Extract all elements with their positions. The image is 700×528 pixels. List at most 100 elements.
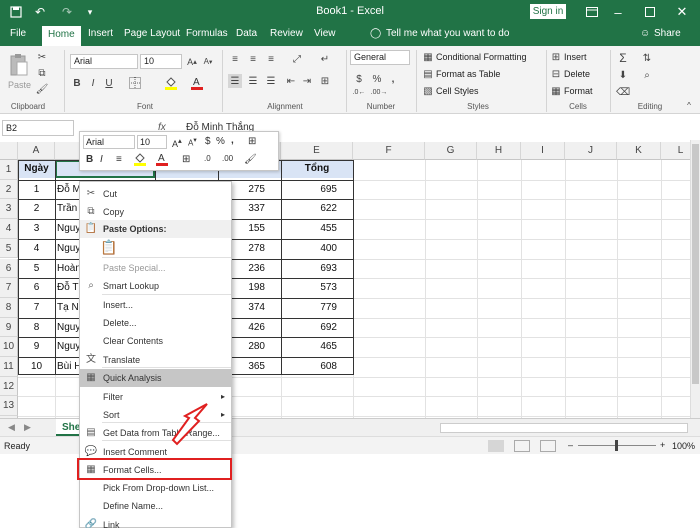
increase-indent-icon[interactable]: ⇥ (300, 74, 314, 88)
mini-font-color-icon[interactable]: A (156, 152, 168, 169)
maximize-icon[interactable] (638, 2, 662, 22)
cell-ngay[interactable]: 10 (18, 357, 55, 377)
increase-decimal-icon[interactable]: .0← (352, 86, 366, 98)
row-header[interactable]: 1 (0, 160, 18, 180)
row-header[interactable]: 5 (0, 238, 18, 259)
zoom-out-icon[interactable]: – (568, 440, 573, 450)
column-header-k[interactable]: K (617, 142, 661, 160)
ribbon-display-icon[interactable] (580, 2, 604, 22)
align-bottom-icon[interactable]: ≡ (264, 52, 278, 66)
row-header[interactable]: 4 (0, 219, 18, 239)
mini-size-box[interactable]: 10 (137, 135, 167, 149)
zoom-in-icon[interactable]: + (660, 440, 665, 450)
column-header-i[interactable]: I (521, 142, 565, 160)
merge-center-icon[interactable]: ⊞ (318, 74, 332, 88)
autosum-icon[interactable]: Σ (616, 51, 630, 65)
header-ngay[interactable]: Ngày (18, 160, 55, 178)
increase-font-icon[interactable]: A ▴ (186, 54, 198, 69)
cell-tong[interactable]: 455 (281, 219, 353, 239)
sign-in-button[interactable]: Sign in (530, 4, 566, 19)
column-header-h[interactable]: H (477, 142, 521, 160)
mini-percent-button[interactable]: % (216, 136, 225, 147)
redo-icon[interactable]: ↷ (58, 3, 76, 21)
scroll-thumb[interactable] (692, 144, 699, 384)
cell-ngay[interactable]: 3 (18, 219, 55, 239)
header-tong[interactable]: Tổng (281, 160, 353, 178)
cell-ngay[interactable]: 6 (18, 278, 55, 298)
tab-review[interactable]: Review (270, 28, 303, 39)
collapse-ribbon-icon[interactable]: ^ (684, 100, 694, 110)
conditional-formatting-button[interactable]: Conditional Formatting (436, 52, 527, 62)
fill-color-icon[interactable] (164, 76, 178, 90)
mini-font-box[interactable]: Arial (83, 135, 135, 149)
column-header-e[interactable]: E (281, 142, 353, 160)
delete-cells-button[interactable]: Delete (564, 69, 590, 79)
decrease-decimal-icon[interactable]: .00→ (371, 86, 388, 98)
column-header-a[interactable]: A (18, 142, 55, 160)
mini-fill-color-icon[interactable] (134, 152, 146, 169)
align-center-icon[interactable]: ☰ (246, 74, 260, 88)
format-button[interactable]: Format (564, 86, 593, 96)
zoom-slider-thumb[interactable] (615, 440, 618, 451)
cell-ngay[interactable]: 2 (18, 199, 55, 219)
comma-style-button[interactable]: , (388, 72, 398, 86)
tab-file[interactable]: File (10, 28, 26, 39)
orientation-icon[interactable]: ⤢ (290, 52, 304, 66)
paste-label[interactable]: Paste (8, 80, 31, 90)
normal-view-icon[interactable] (488, 440, 504, 452)
prev-sheet-icon[interactable]: ◀ (8, 422, 15, 433)
percent-style-icon[interactable]: % (370, 72, 384, 86)
menu-item-quick-analysis[interactable]: ▦ Quick Analysis (80, 369, 231, 387)
bold-button[interactable]: B (72, 76, 82, 90)
mini-align-icon[interactable]: ≡ (116, 154, 122, 165)
close-icon[interactable]: ✕ (670, 2, 694, 22)
horizontal-scrollbar[interactable] (440, 423, 688, 433)
mini-bold-button[interactable]: B (86, 154, 93, 165)
column-header-g[interactable]: G (425, 142, 477, 160)
row-header[interactable]: 3 (0, 199, 18, 220)
mini-italic-button[interactable]: I (100, 154, 103, 165)
column-header-f[interactable]: F (353, 142, 425, 160)
row-header[interactable]: 9 (0, 317, 18, 338)
mini-borders-icon[interactable]: ⊞ (182, 154, 190, 165)
cell-tong[interactable]: 400 (281, 239, 353, 259)
menu-item-define-name[interactable]: Define Name... (80, 497, 231, 515)
align-left-icon[interactable]: ☰ (228, 74, 242, 88)
row-header[interactable]: 8 (0, 297, 18, 318)
font-name-box[interactable]: Arial (70, 54, 138, 69)
tab-view[interactable]: View (314, 28, 336, 39)
font-size-box[interactable]: 10 (140, 54, 182, 69)
cell-tong[interactable]: 622 (281, 199, 353, 219)
sort-filter-icon[interactable]: ⇅ (640, 51, 654, 65)
format-painter-icon[interactable]: 🖌 (36, 82, 49, 96)
align-middle-icon[interactable]: ≡ (246, 52, 260, 66)
row-header[interactable]: 6 (0, 258, 18, 279)
customize-icon[interactable]: ▾ (84, 3, 96, 21)
wrap-text-icon[interactable]: ↵ (318, 52, 332, 66)
menu-item-clear-contents[interactable]: Clear Contents (80, 332, 231, 350)
menu-item-delete[interactable]: Delete... (80, 314, 231, 332)
tab-page-layout[interactable]: Page Layout (124, 28, 180, 39)
tab-insert[interactable]: Insert (88, 28, 113, 39)
column-header-l[interactable]: L (661, 142, 690, 160)
cell-ngay[interactable]: 8 (18, 318, 55, 338)
row-header[interactable]: 10 (0, 337, 18, 357)
cut-icon[interactable]: ✂ (36, 50, 48, 64)
zoom-level[interactable]: 100% (672, 441, 695, 451)
row-header[interactable]: 2 (0, 179, 18, 200)
menu-item-paste-special[interactable]: Paste Special... (80, 259, 231, 277)
number-format-box[interactable]: General (350, 50, 410, 65)
insert-cells-button[interactable]: Insert (564, 52, 587, 62)
format-as-table-button[interactable]: Format as Table (436, 69, 500, 79)
tab-home[interactable]: Home (42, 26, 81, 46)
mini-format-icon[interactable]: ⊞ (248, 136, 256, 147)
italic-button[interactable]: I (88, 76, 98, 90)
name-box[interactable]: B2 (2, 120, 74, 136)
decrease-indent-icon[interactable]: ⇤ (284, 74, 298, 88)
mini-decrease-font-icon[interactable]: A▾ (188, 136, 197, 148)
tell-me-search[interactable]: Tell me what you want to do (386, 28, 509, 39)
menu-item-link[interactable]: 🔗 Link (80, 516, 231, 528)
menu-item-format-cells[interactable]: ▦ Format Cells... (80, 461, 231, 479)
clear-icon[interactable]: ⌫ (616, 85, 630, 99)
align-top-icon[interactable]: ≡ (228, 52, 242, 66)
